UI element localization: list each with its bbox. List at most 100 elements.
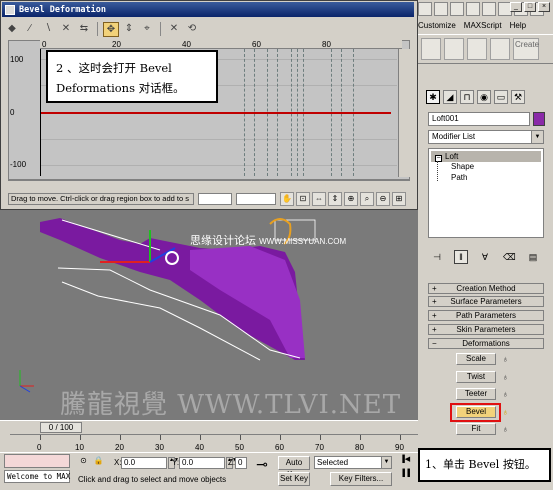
- key-icon[interactable]: ⊸: [250, 457, 274, 478]
- stack-item-loft[interactable]: − Loft: [431, 151, 541, 162]
- menu-maxscript[interactable]: MAXScript: [464, 21, 502, 33]
- snap-icon[interactable]: [421, 38, 441, 60]
- close-button[interactable]: ×: [538, 2, 550, 12]
- zoom-all-icon[interactable]: ⊞: [392, 192, 406, 206]
- rollout-label: Path Parameters: [455, 311, 517, 320]
- reset-curve-icon[interactable]: ⟲: [184, 22, 200, 37]
- rollout-skin-parameters[interactable]: + Skin Parameters: [428, 324, 544, 335]
- lightbulb-icon[interactable]: ♁: [502, 407, 511, 418]
- scale-deformation-button[interactable]: Scale: [456, 353, 496, 365]
- pan-icon[interactable]: ✋: [280, 192, 294, 206]
- teeter-deformation-button[interactable]: Teeter: [456, 388, 496, 400]
- zoom-extents-icon[interactable]: ⊡: [296, 192, 310, 206]
- zoom-out-icon[interactable]: ⊖: [376, 192, 390, 206]
- pin-stack-icon[interactable]: ⊣: [430, 250, 444, 264]
- track-label: 0: [37, 443, 42, 452]
- bevel-curve[interactable]: [41, 112, 391, 114]
- bind-icon[interactable]: [482, 2, 496, 16]
- object-color-swatch[interactable]: [533, 112, 545, 126]
- display-xy-icon[interactable]: ✕: [58, 22, 74, 37]
- stack-item-path[interactable]: Path: [451, 173, 467, 182]
- object-name-field[interactable]: Loft001: [428, 112, 530, 126]
- set-key-button[interactable]: Set Key: [278, 472, 310, 486]
- graph-horizontal-scrollbar[interactable]: [8, 180, 410, 190]
- angle-snap-icon[interactable]: [444, 38, 464, 60]
- rollout-creation-method[interactable]: + Creation Method: [428, 283, 544, 294]
- remove-modifier-icon[interactable]: ⌫: [502, 250, 516, 264]
- key-mode-icon[interactable]: ▐▐: [398, 468, 412, 480]
- point-y-field[interactable]: [236, 193, 276, 205]
- z-coordinate-field[interactable]: 0: [235, 457, 247, 469]
- create-selection-set[interactable]: Create: [513, 38, 539, 60]
- lightbulb-icon[interactable]: ♁: [502, 372, 511, 383]
- selection-lock-icon[interactable]: ⊙: [78, 456, 89, 467]
- stack-item-label: Loft: [445, 152, 459, 161]
- lock-icon[interactable]: 🔒: [93, 456, 104, 467]
- instruction-step-1: 1、单击 Bevel 按钮。: [418, 448, 551, 482]
- minimize-button[interactable]: _: [510, 2, 522, 12]
- configure-modifier-sets-icon[interactable]: ▤: [526, 250, 540, 264]
- key-selection-dropdown[interactable]: Selected ▼: [314, 456, 392, 469]
- dialog-titlebar[interactable]: Bevel Deformation: [2, 2, 414, 17]
- display-x-icon[interactable]: ∕: [22, 22, 38, 37]
- stack-item-shape[interactable]: Shape: [451, 162, 474, 171]
- make-symmetrical-icon[interactable]: ◆: [4, 22, 20, 37]
- zoom-region-icon[interactable]: ⌕: [360, 192, 374, 206]
- hierarchy-tab-icon[interactable]: ⊓: [460, 90, 474, 104]
- display-y-icon[interactable]: ∖: [40, 22, 56, 37]
- rollout-path-parameters[interactable]: + Path Parameters: [428, 310, 544, 321]
- show-end-result-icon[interactable]: ‖: [454, 250, 468, 264]
- x-coordinate-field[interactable]: 0.0: [121, 457, 167, 469]
- rollout-deformations[interactable]: − Deformations: [428, 338, 544, 349]
- lightbulb-icon[interactable]: ♁: [502, 424, 511, 435]
- maxscript-listener[interactable]: [4, 454, 70, 468]
- dialog-toolbar: ◆ ∕ ∖ ✕ ⇆ ✥ ⇕ ⌖ ✕ ⟲: [4, 20, 414, 38]
- rollout-surface-parameters[interactable]: + Surface Parameters: [428, 296, 544, 307]
- maximize-button[interactable]: □: [524, 2, 536, 12]
- track-tick: [320, 435, 321, 440]
- time-slider[interactable]: 0 / 100: [40, 422, 82, 433]
- main-toolbar: Create: [418, 34, 553, 64]
- delete-control-point-icon[interactable]: ✕: [166, 22, 182, 37]
- lightbulb-icon[interactable]: ♁: [502, 354, 511, 365]
- track-tick: [280, 435, 281, 440]
- fit-deformation-button[interactable]: Fit: [456, 423, 496, 435]
- zoom-icon[interactable]: ⊕: [344, 192, 358, 206]
- zoom-vertical-icon[interactable]: ⇕: [328, 192, 342, 206]
- ruler-tick: 60: [252, 40, 261, 49]
- undo-icon[interactable]: [418, 2, 432, 16]
- move-control-point-icon[interactable]: ✥: [103, 21, 119, 37]
- graph-vertical-scrollbar[interactable]: [398, 49, 410, 177]
- track-label: 60: [275, 443, 284, 452]
- modifier-list-dropdown[interactable]: Modifier List ▼: [428, 130, 544, 144]
- abc-icon[interactable]: [490, 38, 510, 60]
- auto-key-button[interactable]: Auto Key: [278, 456, 310, 479]
- point-x-field[interactable]: [198, 193, 232, 205]
- link-icon[interactable]: [450, 2, 464, 16]
- tip2-line1: 2 、这时会打开 Bevel: [56, 61, 172, 75]
- modify-tab-icon[interactable]: ◢: [443, 90, 457, 104]
- make-unique-icon[interactable]: ∀: [478, 250, 492, 264]
- scale-control-point-icon[interactable]: ⇕: [121, 22, 137, 37]
- percent-snap-icon[interactable]: [467, 38, 487, 60]
- y-tick: 100: [10, 55, 24, 64]
- motion-tab-icon[interactable]: ◉: [477, 90, 491, 104]
- zoom-horizontal-icon[interactable]: ⇔: [312, 192, 326, 206]
- utilities-tab-icon[interactable]: ⚒: [511, 90, 525, 104]
- twist-deformation-button[interactable]: Twist: [456, 371, 496, 383]
- unlink-icon[interactable]: [466, 2, 480, 16]
- goto-start-icon[interactable]: ▐◀: [398, 454, 412, 466]
- insert-corner-point-icon[interactable]: ⌖: [139, 22, 155, 37]
- menu-help[interactable]: Help: [510, 21, 526, 33]
- swap-icon[interactable]: ⇆: [76, 22, 92, 37]
- expand-icon: +: [432, 297, 437, 306]
- menu-customize[interactable]: Customize: [418, 21, 456, 33]
- redo-icon[interactable]: [434, 2, 448, 16]
- prompt-line: Click and drag to select and move object…: [78, 475, 227, 484]
- y-coordinate-field[interactable]: 0.0: [179, 457, 225, 469]
- trackbar[interactable]: 0 10 20 30 40 50 60 70 80 90: [10, 434, 418, 452]
- display-tab-icon[interactable]: ▭: [494, 90, 508, 104]
- key-filters-button[interactable]: Key Filters...: [330, 472, 392, 486]
- lightbulb-icon[interactable]: ♁: [502, 389, 511, 400]
- create-tab-icon[interactable]: ✱: [426, 90, 440, 104]
